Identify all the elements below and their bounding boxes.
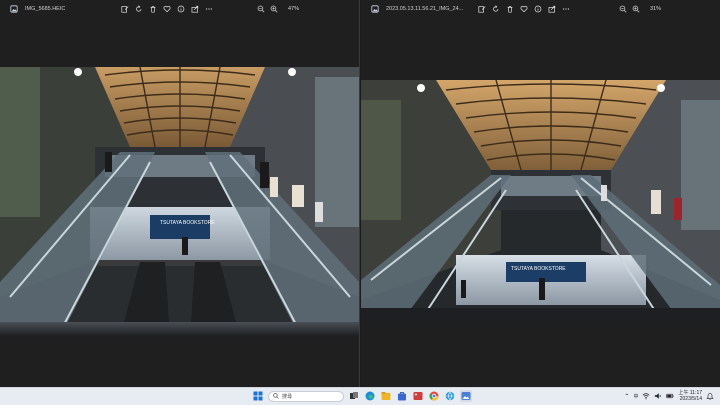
edit-image-button[interactable] xyxy=(475,4,489,14)
photos-app-icon xyxy=(10,5,18,13)
volume-icon[interactable] xyxy=(654,392,662,400)
start-button[interactable] xyxy=(252,390,264,402)
taskbar-app-file-explorer[interactable] xyxy=(380,390,392,402)
clock[interactable]: 上午 11:17 2023/5/14 xyxy=(678,390,702,402)
delete-button[interactable] xyxy=(503,4,517,14)
heart-icon xyxy=(163,5,171,13)
zoom-in-icon xyxy=(632,5,639,13)
share-icon xyxy=(191,5,199,13)
escalator-atrium-photo: TSUTAYA BOOKSTORE xyxy=(361,80,720,322)
zoom-level[interactable]: 47% xyxy=(288,6,299,12)
title-bar[interactable]: 2023.05.13.11.56.21_IMG_24... 31% xyxy=(361,0,720,18)
favorite-button[interactable] xyxy=(517,4,531,14)
favorite-button[interactable] xyxy=(160,4,174,14)
task-view-button[interactable] xyxy=(348,390,360,402)
zoom-in-button[interactable] xyxy=(629,4,642,14)
task-view-icon xyxy=(350,392,358,399)
zoom-out-button[interactable] xyxy=(616,4,629,14)
image-toolbar xyxy=(118,4,216,14)
share-button[interactable] xyxy=(188,4,202,14)
store-sign: TSUTAYA BOOKSTORE xyxy=(160,220,215,226)
wifi-icon[interactable] xyxy=(642,392,650,400)
more-icon xyxy=(205,8,213,10)
taskbar-search-box[interactable]: 搜尋 xyxy=(268,390,344,402)
file-name: 2023.05.13.11.56.21_IMG_24... xyxy=(386,6,464,12)
taskbar-apps: 搜尋 xyxy=(252,390,472,402)
taskbar: 搜尋 ⌃ 中 上午 11:17 2023/5/14 xyxy=(0,387,720,405)
image-toolbar xyxy=(475,4,573,14)
trash-icon xyxy=(150,6,156,13)
title-bar[interactable]: IMG_5685.HEIC 47% xyxy=(0,0,359,18)
edit-icon xyxy=(478,6,486,13)
rotate-button[interactable] xyxy=(132,4,146,14)
info-icon xyxy=(534,5,542,13)
taskbar-app-store[interactable] xyxy=(396,390,408,402)
photos-app-icon xyxy=(461,392,471,400)
edge-icon xyxy=(365,391,375,401)
store-sign: TSUTAYA BOOKSTORE xyxy=(511,266,566,272)
chrome-icon xyxy=(429,391,439,401)
more-options-button[interactable] xyxy=(559,4,573,14)
taskbar-app-photos-active[interactable] xyxy=(460,390,472,402)
system-tray: ⌃ 中 上午 11:17 2023/5/14 xyxy=(624,390,714,402)
photos-window-left[interactable]: IMG_5685.HEIC 47% TSUTAYA BOOKSTORE xyxy=(0,0,360,387)
search-placeholder: 搜尋 xyxy=(282,393,293,400)
rotate-icon xyxy=(136,5,142,12)
clock-date: 2023/5/14 xyxy=(679,396,702,402)
desktop: IMG_5685.HEIC 47% TSUTAYA BOOKSTORE 2023… xyxy=(0,0,720,387)
taskbar-app-chrome[interactable] xyxy=(428,390,440,402)
taskbar-app-edge[interactable] xyxy=(364,390,376,402)
more-options-button[interactable] xyxy=(202,4,216,14)
globe-icon xyxy=(445,391,455,401)
file-info-button[interactable] xyxy=(531,4,545,14)
input-method-indicator[interactable]: 中 xyxy=(633,393,638,400)
zoom-level[interactable]: 31% xyxy=(650,6,661,12)
zoom-controls: 47% xyxy=(254,4,299,14)
escalator-atrium-photo: TSUTAYA BOOKSTORE xyxy=(0,67,359,337)
store-icon xyxy=(398,392,406,401)
heart-icon xyxy=(520,5,528,13)
zoom-out-icon xyxy=(257,5,264,13)
photo-canvas[interactable]: TSUTAYA BOOKSTORE xyxy=(0,67,359,337)
folder-icon xyxy=(381,392,391,400)
edit-image-button[interactable] xyxy=(118,4,132,14)
search-icon xyxy=(273,393,279,399)
taskbar-app-photos[interactable] xyxy=(412,390,424,402)
photo-canvas[interactable]: TSUTAYA BOOKSTORE xyxy=(361,80,720,322)
windows-icon xyxy=(253,391,263,401)
chevron-up-icon[interactable]: ⌃ xyxy=(624,393,629,400)
taskbar-app-globe[interactable] xyxy=(444,390,456,402)
share-button[interactable] xyxy=(545,4,559,14)
file-info-button[interactable] xyxy=(174,4,188,14)
notification-bell-icon[interactable] xyxy=(706,392,714,400)
photos-window-right[interactable]: 2023.05.13.11.56.21_IMG_24... 31% TSUTAY… xyxy=(361,0,720,387)
zoom-out-button[interactable] xyxy=(254,4,267,14)
zoom-in-button[interactable] xyxy=(267,4,280,14)
delete-button[interactable] xyxy=(146,4,160,14)
zoom-out-icon xyxy=(619,5,626,13)
zoom-controls: 31% xyxy=(616,4,661,14)
image-icon xyxy=(413,392,423,400)
edit-icon xyxy=(121,6,129,13)
info-icon xyxy=(177,5,185,13)
rotate-button[interactable] xyxy=(489,4,503,14)
zoom-in-icon xyxy=(270,5,277,13)
photos-app-icon xyxy=(371,5,379,13)
share-icon xyxy=(548,5,556,13)
trash-icon xyxy=(507,6,513,13)
file-name: IMG_5685.HEIC xyxy=(25,6,66,12)
rotate-icon xyxy=(493,5,499,12)
more-icon xyxy=(562,8,570,10)
battery-icon[interactable] xyxy=(666,392,674,400)
